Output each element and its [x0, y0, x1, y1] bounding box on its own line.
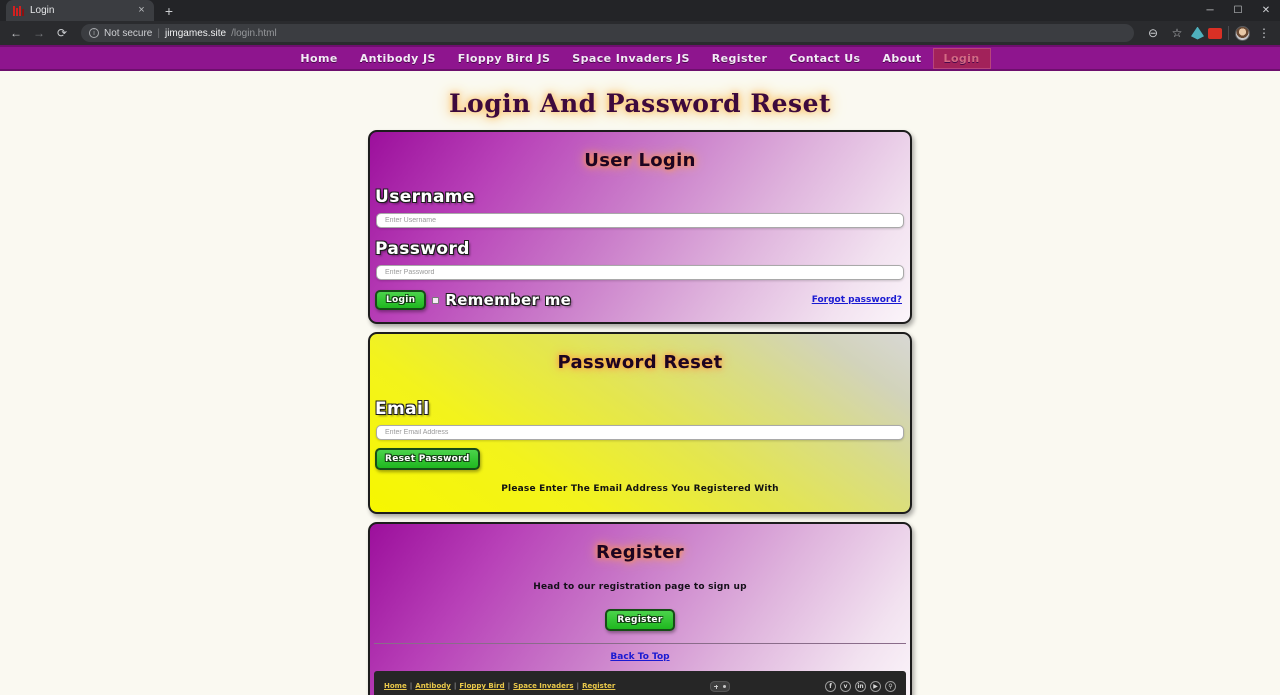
toolbar-right: ⊖ ☆ ⋮	[1143, 23, 1274, 43]
footer-link-home[interactable]: Home	[384, 682, 407, 690]
facebook-icon[interactable]: f	[825, 680, 836, 692]
url-path: /login.html	[231, 27, 277, 39]
security-status: Not secure	[104, 27, 153, 39]
browser-menu-icon[interactable]: ⋮	[1254, 23, 1274, 43]
register-card: Register Head to our registration page t…	[368, 522, 912, 695]
footer-separator: |	[507, 682, 511, 690]
nav-item-antibody-js[interactable]: Antibody JS	[349, 48, 447, 69]
reload-icon[interactable]: ⟳	[52, 23, 72, 43]
password-reset-title: Password Reset	[557, 352, 723, 373]
reset-password-button[interactable]: Reset Password	[375, 448, 480, 470]
search-icon[interactable]: ⚲	[885, 680, 896, 692]
password-label: Password	[375, 239, 470, 259]
gamepad-icon	[710, 680, 731, 692]
maximize-icon[interactable]: ☐	[1224, 0, 1252, 21]
footer-link-register[interactable]: Register	[582, 682, 615, 690]
nav-item-contact-us[interactable]: Contact Us	[778, 48, 871, 69]
social-links: f ᴠ in ▶ ⚲	[825, 680, 896, 692]
toolbar-divider	[1228, 26, 1229, 40]
nav-item-space-invaders-js[interactable]: Space Invaders JS	[561, 48, 701, 69]
window-controls: ─ ☐ ✕	[1196, 0, 1280, 21]
register-subtitle: Head to our registration page to sign up	[533, 582, 747, 592]
avatar[interactable]	[1235, 25, 1250, 41]
nav-item-login[interactable]: Login	[932, 47, 991, 69]
nav-item-floppy-bird-js[interactable]: Floppy Bird JS	[447, 48, 562, 69]
back-to-top-link[interactable]: Back To Top	[370, 644, 910, 671]
omnibox-separator: |	[157, 27, 160, 39]
password-input[interactable]	[376, 265, 904, 280]
page-title: Login And Password Reset	[448, 89, 832, 118]
linkedin-icon[interactable]: in	[855, 680, 866, 692]
login-actions-row: Login Remember me Forgot password?	[370, 280, 910, 322]
footer-link-space-invaders[interactable]: Space Invaders	[513, 682, 573, 690]
new-tab-button[interactable]: +	[158, 0, 180, 21]
nav-item-home[interactable]: Home	[289, 48, 348, 69]
username-label: Username	[375, 187, 475, 207]
user-login-card: User Login Username Password Login Remem…	[368, 130, 912, 324]
page-viewport: Home Antibody JS Floppy Bird JS Space In…	[0, 45, 1280, 695]
footer-separator: |	[576, 682, 580, 690]
user-login-title: User Login	[584, 150, 696, 171]
register-title: Register	[596, 542, 684, 563]
browser-toolbar: ← → ⟳ i Not secure | jimgames.site /logi…	[0, 21, 1280, 45]
invader-favicon	[12, 5, 24, 17]
register-button[interactable]: Register	[605, 609, 675, 631]
youtube-icon[interactable]: ▶	[870, 680, 881, 692]
footer-separator: |	[453, 682, 457, 690]
email-label: Email	[375, 399, 430, 419]
forgot-password-link[interactable]: Forgot password?	[812, 295, 902, 305]
forward-icon[interactable]: →	[29, 23, 49, 43]
username-input[interactable]	[376, 213, 904, 228]
remember-me-label: Remember me	[445, 291, 572, 309]
site-footer: Home | Antibody | Floppy Bird | Space In…	[374, 671, 906, 695]
reset-note: Please Enter The Email Address You Regis…	[501, 484, 779, 494]
address-bar[interactable]: i Not secure | jimgames.site /login.html	[81, 24, 1134, 42]
minimize-icon[interactable]: ─	[1196, 0, 1224, 21]
back-icon[interactable]: ←	[6, 23, 26, 43]
url-host: jimgames.site	[164, 27, 227, 39]
site-navigation: Home Antibody JS Floppy Bird JS Space In…	[0, 45, 1280, 71]
footer-separator: |	[409, 682, 413, 690]
red-extension-icon[interactable]	[1208, 27, 1222, 39]
footer-link-antibody[interactable]: Antibody	[415, 682, 451, 690]
browser-window: Login × + ─ ☐ ✕ ← → ⟳ i Not secure | jim…	[0, 0, 1280, 695]
browser-tab-login[interactable]: Login ×	[6, 0, 154, 21]
close-icon[interactable]: ×	[135, 4, 148, 17]
info-icon[interactable]: i	[89, 28, 99, 38]
login-button[interactable]: Login	[375, 290, 427, 310]
tab-strip: Login × + ─ ☐ ✕	[0, 0, 1280, 21]
nav-item-about[interactable]: About	[872, 48, 933, 69]
twitter-icon[interactable]: ᴠ	[840, 680, 851, 692]
email-input[interactable]	[376, 425, 904, 440]
footer-links: Home | Antibody | Floppy Bird | Space In…	[384, 682, 615, 690]
bookmark-star-icon[interactable]: ☆	[1167, 23, 1187, 43]
password-reset-card: Password Reset Email Reset Password Plea…	[368, 332, 912, 514]
footer-link-floppy-bird[interactable]: Floppy Bird	[459, 682, 504, 690]
footer-center	[615, 680, 825, 692]
nav-item-register[interactable]: Register	[701, 48, 778, 69]
remember-me-checkbox[interactable]	[432, 296, 440, 304]
zoom-out-icon[interactable]: ⊖	[1143, 23, 1163, 43]
tab-title: Login	[30, 5, 55, 16]
drop-extension-icon[interactable]	[1191, 26, 1204, 40]
window-close-icon[interactable]: ✕	[1252, 0, 1280, 21]
